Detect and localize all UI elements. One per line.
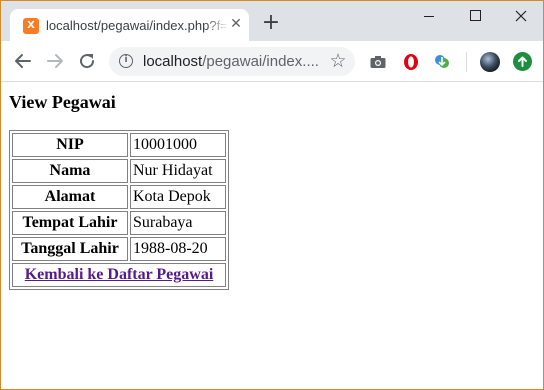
browser-toolbar: i localhost/pegawai/index.... ☆ (1, 41, 543, 82)
download-manager-icon[interactable] (433, 53, 451, 71)
opera-icon[interactable] (402, 53, 420, 71)
table-row: Kembali ke Daftar Pegawai (12, 263, 226, 287)
tab-close-icon[interactable]: ✕ (228, 16, 244, 32)
back-link-cell: Kembali ke Daftar Pegawai (12, 263, 226, 287)
browser-window: X localhost/pegawai/index.php?f=pegawai … (0, 0, 544, 390)
page-content: View Pegawai NIP 10001000 Nama Nur Hiday… (1, 82, 543, 389)
row-label: Nama (12, 159, 128, 183)
row-label: Tanggal Lahir (12, 237, 128, 261)
url-text[interactable]: localhost/pegawai/index.... (143, 52, 323, 71)
maximize-icon (470, 10, 481, 21)
table-row: NIP 10001000 (12, 133, 226, 157)
row-value: Nur Hidayat (130, 159, 226, 183)
employee-detail-table: NIP 10001000 Nama Nur Hidayat Alamat Kot… (9, 130, 229, 290)
close-window-button[interactable] (498, 1, 543, 31)
maximize-button[interactable] (452, 1, 498, 31)
row-label: NIP (12, 133, 128, 157)
minimize-icon (424, 16, 434, 17)
close-icon (515, 10, 527, 22)
page-title: View Pegawai (9, 92, 116, 112)
camera-icon[interactable] (369, 53, 387, 71)
update-icon[interactable] (513, 52, 532, 71)
reload-icon (80, 54, 95, 69)
arrow-right-icon (47, 54, 63, 68)
url-path: /pegawai/index.... (202, 53, 319, 70)
back-button[interactable] (11, 49, 35, 73)
table-row: Alamat Kota Depok (12, 185, 226, 209)
url-host: localhost (143, 53, 203, 70)
info-icon[interactable]: i (119, 54, 133, 68)
browser-tab[interactable]: X localhost/pegawai/index.php?f=pegawai … (10, 9, 249, 41)
new-tab-button[interactable]: + (259, 12, 283, 36)
arrow-left-icon (15, 54, 31, 68)
tab-title-fade (206, 15, 228, 35)
tab-title: localhost/pegawai/index.php?f=pegawai (46, 18, 228, 33)
back-to-list-link[interactable]: Kembali ke Daftar Pegawai (25, 266, 214, 283)
row-value: 10001000 (130, 133, 226, 157)
toolbar-separator (466, 52, 467, 72)
row-label: Tempat Lahir (12, 211, 128, 235)
table-row: Tanggal Lahir 1988-08-20 (12, 237, 226, 261)
address-bar[interactable]: i localhost/pegawai/index.... ☆ (109, 47, 355, 76)
star-icon[interactable]: ☆ (328, 51, 348, 71)
table-row: Nama Nur Hidayat (12, 159, 226, 183)
minimize-button[interactable] (406, 1, 452, 31)
row-label: Alamat (12, 185, 128, 209)
xampp-favicon-icon: X (23, 18, 39, 34)
row-value: Surabaya (130, 211, 226, 235)
profile-avatar[interactable] (480, 52, 500, 72)
row-value: 1988-08-20 (130, 237, 226, 261)
forward-button[interactable] (43, 49, 67, 73)
row-value: Kota Depok (130, 185, 226, 209)
tab-strip: X localhost/pegawai/index.php?f=pegawai … (1, 1, 543, 41)
table-row: Tempat Lahir Surabaya (12, 211, 226, 235)
reload-button[interactable] (75, 49, 99, 73)
